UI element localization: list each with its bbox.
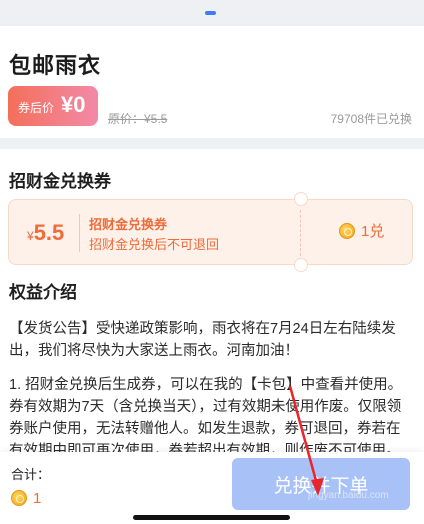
annotation-arrow: [288, 385, 324, 496]
home-indicator: [133, 515, 290, 520]
